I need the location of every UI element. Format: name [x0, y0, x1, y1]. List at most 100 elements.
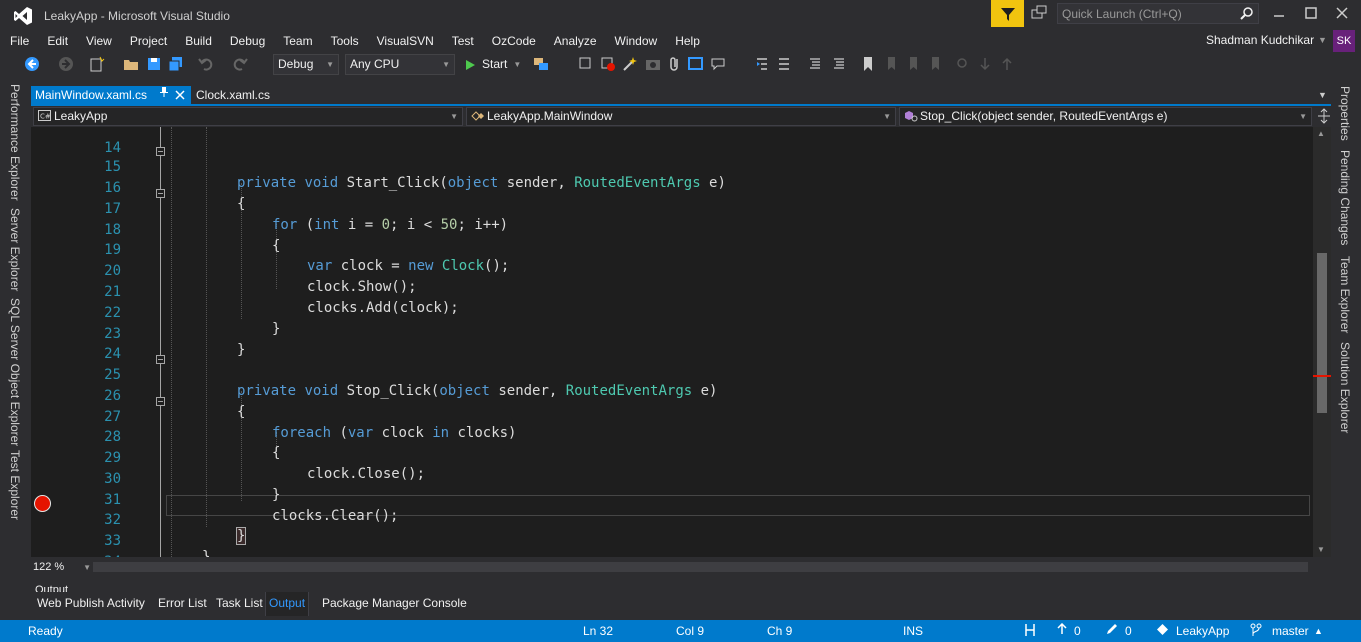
repository-name[interactable]: LeakyApp: [1176, 623, 1229, 639]
start-debugging-button[interactable]: Start ▼: [464, 54, 521, 75]
solution-platform-dropdown[interactable]: Any CPU ▼: [345, 54, 455, 75]
menu-debug[interactable]: Debug: [220, 31, 273, 51]
arrow-down-icon[interactable]: [977, 56, 993, 72]
pin-icon[interactable]: [159, 86, 169, 105]
properties-tab[interactable]: Properties: [1338, 86, 1352, 141]
tab-output[interactable]: Output: [265, 592, 310, 616]
new-project-icon[interactable]: [89, 56, 105, 72]
save-icon[interactable]: [146, 56, 162, 72]
collapse-icon[interactable]: [156, 355, 165, 364]
comment-icon[interactable]: [710, 56, 726, 72]
menu-project[interactable]: Project: [120, 31, 175, 51]
chevron-up-icon[interactable]: ▲: [1314, 623, 1323, 639]
menu-ozcode[interactable]: OzCode: [482, 31, 544, 51]
quick-launch-input[interactable]: Quick Launch (Ctrl+Q): [1057, 3, 1259, 24]
uncomment-lines-icon[interactable]: [832, 56, 848, 72]
chevron-down-icon[interactable]: ▼: [1318, 35, 1327, 45]
live-visual-tree-icon[interactable]: [688, 56, 704, 72]
redo-icon[interactable]: [232, 56, 248, 72]
test-explorer-tab[interactable]: Test Explorer: [8, 450, 22, 520]
bookmark-icon[interactable]: [860, 56, 876, 72]
menu-help[interactable]: Help: [665, 31, 708, 51]
previous-bookmark-icon[interactable]: [882, 56, 898, 72]
vertical-scrollbar[interactable]: ▲ ▼: [1313, 127, 1331, 557]
source-control-icon[interactable]: [1024, 623, 1036, 641]
diagnostic-tools-icon[interactable]: [578, 56, 594, 72]
pending-commits-count[interactable]: 0: [1074, 623, 1081, 639]
browser-link-icon[interactable]: [533, 56, 549, 72]
tab-web-publish-activity[interactable]: Web Publish Activity: [37, 596, 145, 610]
menu-build[interactable]: Build: [175, 31, 220, 51]
push-icon[interactable]: [1057, 622, 1067, 639]
tab-task-list[interactable]: Task List: [216, 596, 263, 610]
exception-settings-icon[interactable]: [600, 56, 616, 72]
step-over-icon[interactable]: [777, 56, 793, 72]
project-dropdown[interactable]: C# LeakyApp ▼: [33, 107, 463, 126]
scrollbar-thumb[interactable]: [1317, 253, 1327, 413]
navigate-forward-icon[interactable]: [58, 56, 74, 72]
collapse-icon[interactable]: [156, 397, 165, 406]
pencil-icon[interactable]: [1106, 623, 1118, 639]
navigate-back-icon[interactable]: [24, 56, 40, 72]
branch-name[interactable]: master: [1272, 623, 1309, 639]
collapse-icon[interactable]: [156, 147, 165, 156]
menu-file[interactable]: File: [0, 31, 37, 51]
close-icon[interactable]: [175, 86, 185, 105]
magic-wand-icon[interactable]: [622, 56, 638, 72]
menu-edit[interactable]: Edit: [37, 31, 76, 51]
menu-tools[interactable]: Tools: [321, 31, 367, 51]
changes-count[interactable]: 0: [1125, 623, 1132, 639]
notification-icon[interactable]: [1030, 4, 1050, 24]
arrow-up-icon[interactable]: [999, 56, 1015, 72]
tab-error-list[interactable]: Error List: [158, 596, 207, 610]
search-icon[interactable]: [1240, 6, 1254, 23]
menu-analyze[interactable]: Analyze: [544, 31, 605, 51]
type-dropdown[interactable]: LeakyApp.MainWindow ▼: [466, 107, 896, 126]
branch-icon[interactable]: [1250, 623, 1262, 641]
code-line-28: 28 {: [31, 411, 1313, 461]
team-explorer-tab[interactable]: Team Explorer: [1338, 256, 1352, 333]
feedback-button[interactable]: [991, 0, 1024, 27]
attach-icon[interactable]: [667, 56, 683, 72]
repository-icon[interactable]: [1156, 623, 1169, 640]
code-line-15: 15 private void Start_Click(object sende…: [31, 141, 1313, 191]
step-into-icon[interactable]: [755, 56, 771, 72]
open-folder-icon[interactable]: [123, 56, 139, 72]
menu-window[interactable]: Window: [605, 31, 666, 51]
tab-clock-xaml-cs[interactable]: Clock.xaml.cs: [196, 86, 270, 105]
solution-configuration-dropdown[interactable]: Debug ▼: [273, 54, 339, 75]
horizontal-scrollbar[interactable]: [93, 562, 1308, 572]
menu-team[interactable]: Team: [273, 31, 320, 51]
code-editor[interactable]: 14 15 private void Start_Click(object se…: [31, 127, 1313, 557]
split-editor-icon[interactable]: [1317, 108, 1331, 127]
avatar[interactable]: SK: [1333, 30, 1355, 52]
menu-view[interactable]: View: [76, 31, 120, 51]
server-explorer-tab[interactable]: Server Explorer: [8, 208, 22, 291]
menu-visualsvn[interactable]: VisualSVN: [367, 31, 442, 51]
clear-bookmarks-icon[interactable]: [926, 56, 942, 72]
solution-explorer-tab[interactable]: Solution Explorer: [1338, 342, 1352, 433]
pending-changes-tab[interactable]: Pending Changes: [1338, 150, 1352, 245]
performance-explorer-tab[interactable]: Performance Explorer: [8, 84, 22, 201]
undo-icon[interactable]: [198, 56, 214, 72]
scroll-down-icon[interactable]: ▼: [1317, 545, 1325, 554]
maximize-button[interactable]: [1303, 6, 1319, 22]
tab-package-manager-console[interactable]: Package Manager Console: [322, 596, 467, 610]
next-bookmark-icon[interactable]: [904, 56, 920, 72]
zoom-dropdown[interactable]: 122 % ▼: [33, 560, 91, 575]
zoom-value: 122 %: [33, 561, 65, 573]
sql-server-object-explorer-tab[interactable]: SQL Server Object Explorer: [8, 298, 22, 446]
scroll-up-icon[interactable]: ▲: [1317, 129, 1325, 138]
minimize-button[interactable]: [1271, 6, 1287, 22]
tab-mainwindow-xaml-cs[interactable]: MainWindow.xaml.cs: [31, 86, 191, 105]
camera-icon[interactable]: [645, 56, 661, 72]
chevron-down-icon[interactable]: ▼: [1318, 90, 1327, 100]
user-name[interactable]: Shadman Kudchikar: [1206, 33, 1314, 47]
find-icon[interactable]: [955, 56, 971, 72]
menu-test[interactable]: Test: [442, 31, 482, 51]
collapse-icon[interactable]: [156, 189, 165, 198]
comment-lines-icon[interactable]: [808, 56, 824, 72]
member-dropdown[interactable]: Stop_Click(object sender, RoutedEventArg…: [899, 107, 1312, 126]
close-window-button[interactable]: [1334, 6, 1350, 22]
save-all-icon[interactable]: [168, 56, 184, 72]
